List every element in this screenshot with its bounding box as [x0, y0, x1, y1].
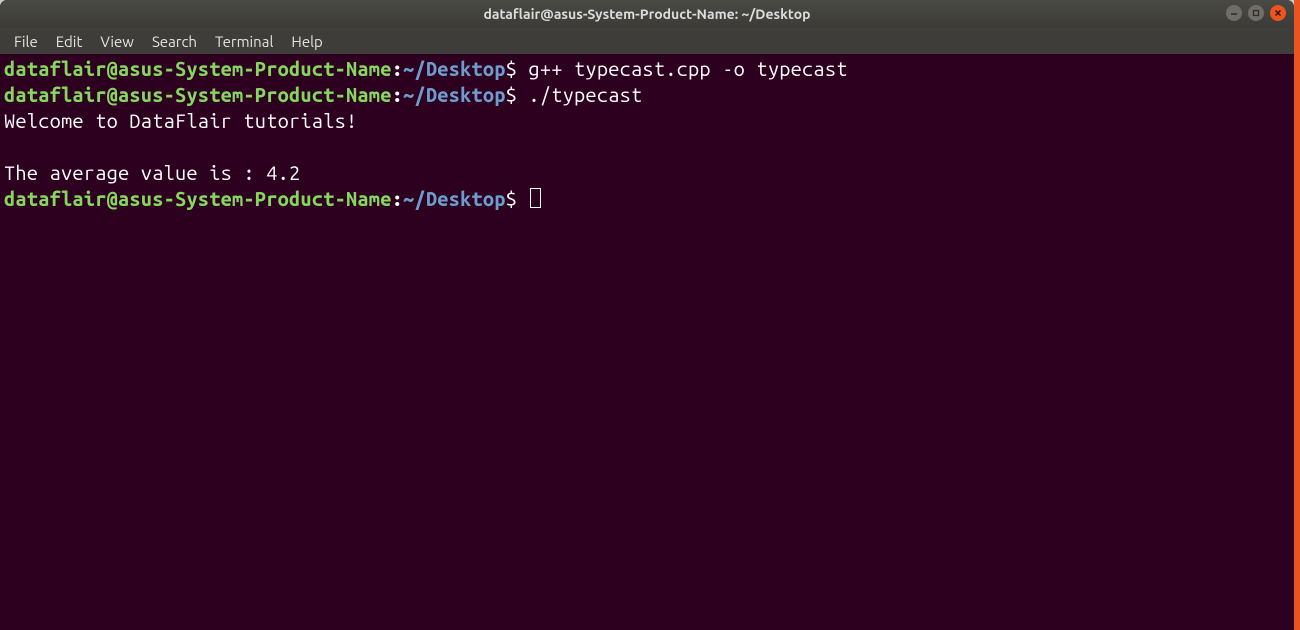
prompt-path: ~/Desktop	[403, 57, 506, 80]
prompt-path: ~/Desktop	[403, 187, 506, 210]
prompt-dollar: $	[506, 83, 517, 106]
prompt-path: ~/Desktop	[403, 83, 506, 106]
prompt-user-host: dataflair@asus-System-Product-Name	[4, 187, 392, 210]
prompt-dollar: $	[506, 187, 517, 210]
minimize-icon	[1230, 9, 1238, 17]
window-title: dataflair@asus-System-Product-Name: ~/De…	[0, 6, 1294, 22]
output-line-1: Welcome to DataFlair tutorials!	[4, 109, 357, 132]
titlebar: dataflair@asus-System-Product-Name: ~/De…	[0, 0, 1294, 28]
prompt-dollar: $	[506, 57, 517, 80]
menu-search[interactable]: Search	[144, 31, 205, 52]
command-2: ./typecast	[517, 83, 642, 106]
menubar: File Edit View Search Terminal Help	[0, 28, 1294, 54]
prompt-colon: :	[392, 57, 403, 80]
terminal-body[interactable]: dataflair@asus-System-Product-Name:~/Des…	[0, 54, 1294, 630]
window-controls	[1226, 5, 1286, 21]
close-icon	[1274, 9, 1282, 17]
minimize-button[interactable]	[1226, 5, 1242, 21]
prompt-user-host: dataflair@asus-System-Product-Name	[4, 83, 392, 106]
terminal-window: dataflair@asus-System-Product-Name: ~/De…	[0, 0, 1294, 630]
prompt-colon: :	[392, 83, 403, 106]
close-button[interactable]	[1270, 5, 1286, 21]
command-3	[517, 187, 528, 210]
prompt-colon: :	[392, 187, 403, 210]
menu-view[interactable]: View	[92, 31, 142, 52]
scrollbar[interactable]	[1294, 0, 1300, 630]
prompt-user-host: dataflair@asus-System-Product-Name	[4, 57, 392, 80]
menu-terminal[interactable]: Terminal	[207, 31, 281, 52]
maximize-button[interactable]	[1248, 5, 1264, 21]
output-line-2: The average value is : 4.2	[4, 161, 300, 184]
cursor-icon	[530, 188, 541, 208]
command-1: g++ typecast.cpp -o typecast	[517, 57, 848, 80]
menu-help[interactable]: Help	[283, 31, 330, 52]
menu-file[interactable]: File	[6, 31, 46, 52]
maximize-icon	[1252, 9, 1260, 17]
menu-edit[interactable]: Edit	[48, 31, 91, 52]
